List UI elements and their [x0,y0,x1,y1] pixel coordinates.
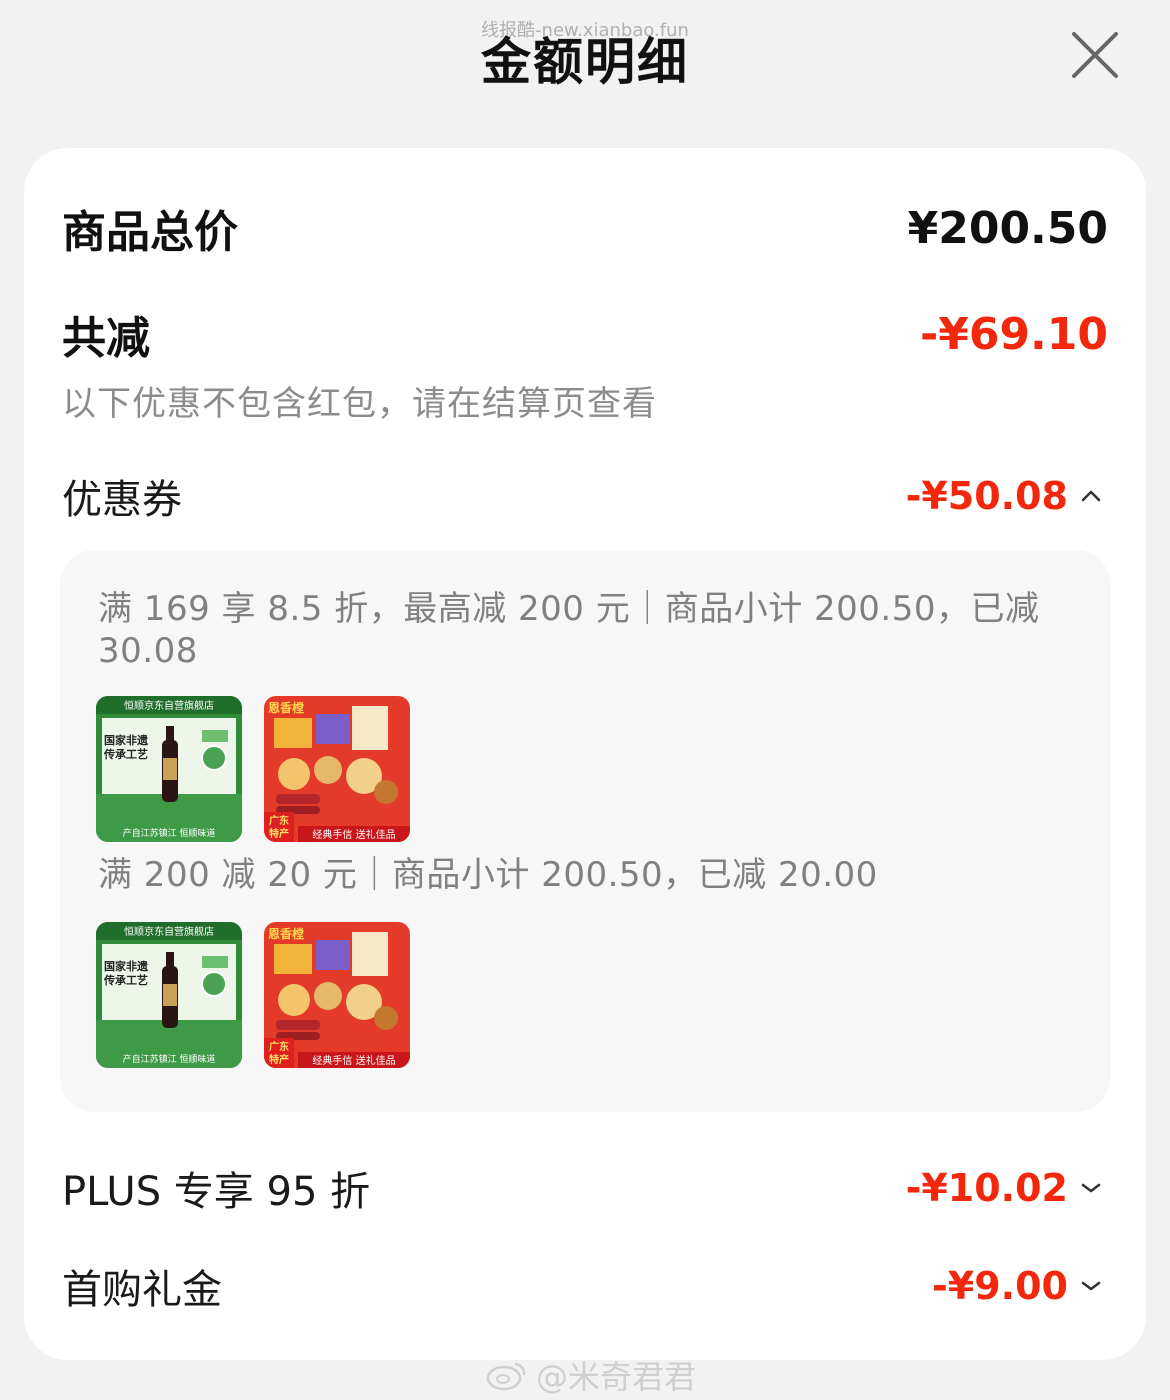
product-footer-text: 产自江苏镇江 恒顺味道 [123,827,216,839]
reduce-note: 以下优惠不包含红包，请在结算页查看 [62,384,657,424]
product-footer-text: 产自江苏镇江 恒顺味道 [123,1053,216,1065]
product-footer-text: 经典手信 送礼佳品 [312,828,395,841]
coupon-details-box: 满 169 享 8.5 折，最高减 200 元｜商品小计 200.50，已减 3… [60,550,1110,1112]
coupon-row[interactable]: 优惠券 -¥50.08 [62,468,1108,524]
product-vinegar-image: 恒顺京东自营旗舰店 国家非遗 传承工艺 产自江苏镇江 恒顺味道 [96,922,242,1068]
total-reduce-label: 共减 [62,313,150,364]
total-price-value: ¥200.50 [907,202,1108,254]
product-brand-text: 恩香樘 [268,926,304,941]
svg-text:国家非遗: 国家非遗 [104,733,149,747]
first-gift-value-wrap: -¥9.00 [932,1264,1108,1308]
watermark-bottom-text: @米奇君君 [536,1358,697,1396]
amount-card: 商品总价 ¥200.50 共减 -¥69.10 以下优惠不包含红包，请在结算页查… [24,148,1146,1360]
plus-discount-label: PLUS 专享 95 折 [62,1169,371,1215]
product-thumbnail[interactable]: 恩香樘 广东 特产 经典手信 送礼佳品 [264,922,410,1068]
watermark-bottom: @米奇君君 [486,1352,696,1398]
close-icon [1072,32,1118,78]
total-reduce-value: -¥69.10 [919,308,1108,360]
total-reduce-row: 共减 -¥69.10 [62,304,1108,365]
product-thumbnail[interactable]: 恒顺京东自营旗舰店 国家非遗 传承工艺 产自江苏镇江 恒顺味道 [96,696,242,842]
coupon-value-wrap: -¥50.08 [906,474,1108,518]
coupon-label: 优惠券 [62,477,182,523]
chevron-down-icon[interactable] [1074,1171,1108,1205]
amount-detail-sheet: 线报酷-new.xianbao.fun 金额明细 商品总价 ¥200.50 共减… [0,0,1170,1400]
coupon-rule-text: 满 200 减 20 元｜商品小计 200.50，已减 20.00 [98,855,878,895]
chevron-down-icon[interactable] [1074,1269,1108,1303]
plus-discount-row[interactable]: PLUS 专享 95 折 -¥10.02 [62,1158,1108,1218]
product-thumbnail[interactable]: 恩香樘 广东 特产 经典手信 送礼佳品 [264,696,410,842]
product-vinegar-image: 恒顺京东自营旗舰店 国家非遗 传承工艺 产自江苏镇江 恒顺味道 [96,696,242,842]
product-store-text: 恒顺京东自营旗舰店 [124,925,214,938]
coupon-rule-text: 满 169 享 8.5 折，最高减 200 元｜商品小计 200.50，已减 3… [98,589,1040,671]
product-thumbnail[interactable]: 恒顺京东自营旗舰店 国家非遗 传承工艺 产自江苏镇江 恒顺味道 [96,922,242,1068]
product-brand-text: 恩香樘 [268,700,304,715]
total-price-row: 商品总价 ¥200.50 [62,198,1108,259]
svg-text:特产: 特产 [269,1053,289,1066]
plus-value-wrap: -¥10.02 [906,1166,1108,1210]
svg-text:广东: 广东 [269,1040,289,1053]
page-title: 金额明细 [481,33,689,91]
svg-text:国家非遗: 国家非遗 [104,959,149,973]
close-button[interactable] [1068,28,1122,82]
chevron-up-icon[interactable] [1074,479,1108,513]
first-purchase-gift-label: 首购礼金 [62,1267,222,1313]
svg-text:传承工艺: 传承工艺 [103,747,148,761]
weibo-icon [486,1362,526,1391]
first-purchase-gift-row[interactable]: 首购礼金 -¥9.00 [62,1256,1108,1316]
product-giftbox-image: 恩香樘 广东 特产 经典手信 送礼佳品 [264,696,410,842]
svg-text:传承工艺: 传承工艺 [103,973,148,987]
product-store-text: 恒顺京东自营旗舰店 [124,699,214,712]
plus-discount-value: -¥10.02 [905,1166,1068,1210]
coupon-value: -¥50.08 [905,474,1068,518]
total-price-label: 商品总价 [62,207,238,258]
first-purchase-gift-value: -¥9.00 [932,1264,1068,1308]
svg-text:广东: 广东 [269,814,289,827]
product-footer-text: 经典手信 送礼佳品 [312,1054,395,1067]
svg-text:特产: 特产 [269,827,289,840]
product-giftbox-image: 恩香樘 广东 特产 经典手信 送礼佳品 [264,922,410,1068]
